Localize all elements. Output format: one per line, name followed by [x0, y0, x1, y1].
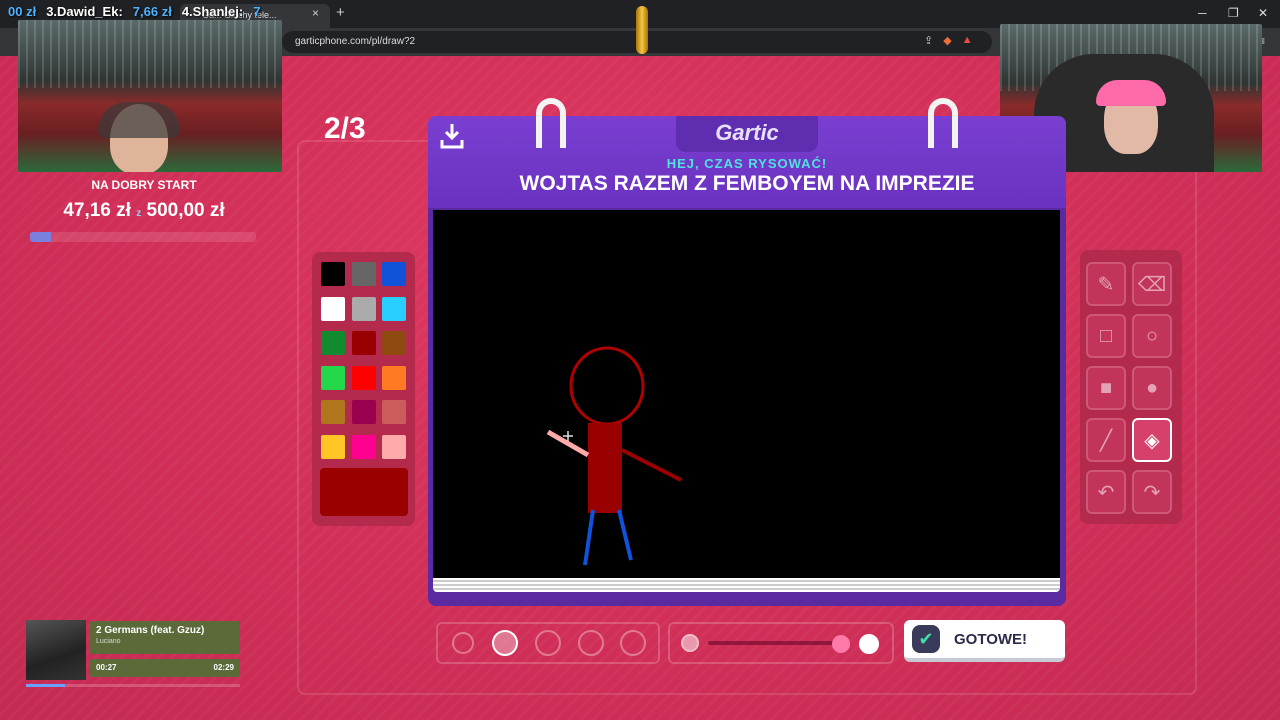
webcam-left	[18, 20, 282, 172]
drawing-body	[588, 423, 622, 513]
goal-separator: z	[136, 208, 142, 219]
current-color-swatch	[320, 468, 408, 516]
opacity-low-icon	[681, 634, 699, 652]
brush-size-4[interactable]	[578, 630, 604, 656]
notebook-ring-left	[536, 98, 566, 148]
download-icon[interactable]	[440, 122, 464, 150]
color-swatch[interactable]	[382, 434, 406, 459]
rectangle-fill-icon[interactable]: ■	[1086, 366, 1126, 410]
share-icon[interactable]: ⇪	[924, 34, 933, 47]
restore-icon[interactable]: ❐	[1228, 6, 1239, 20]
color-swatch[interactable]	[321, 296, 345, 321]
drawing-right-arm	[621, 448, 682, 482]
color-swatch[interactable]	[321, 262, 345, 286]
notebook-ring-right	[928, 98, 958, 148]
track-progress-bar	[26, 684, 240, 687]
done-button[interactable]: ✔ GOTOWE!	[904, 620, 1065, 662]
brave-rewards-icon[interactable]: ▲	[962, 34, 973, 47]
paper-edge	[433, 578, 1060, 592]
ticker-third-amount: 7,66 zł	[132, 4, 172, 19]
color-swatch[interactable]	[351, 434, 376, 459]
headphones	[98, 102, 180, 138]
color-swatch[interactable]	[382, 365, 406, 390]
tab-close-icon[interactable]: ×	[312, 6, 319, 20]
track-time: 00:27 02:29	[90, 659, 240, 677]
color-swatch[interactable]	[321, 365, 345, 390]
album-cover	[26, 620, 86, 680]
color-swatch[interactable]	[351, 365, 376, 390]
brush-size-3[interactable]	[535, 630, 561, 656]
drawing-left-leg	[583, 509, 595, 566]
bucket-fill-icon[interactable]: ◈	[1132, 418, 1172, 462]
pink-headphones	[1096, 80, 1166, 106]
eraser-icon[interactable]: ⌫	[1132, 262, 1172, 306]
brave-shield-icon[interactable]: ◆	[943, 34, 951, 47]
color-swatch[interactable]	[351, 296, 376, 321]
track-artist: Luciano	[96, 638, 121, 645]
brush-size-2[interactable]	[492, 630, 518, 656]
donor-ticker: 00 zł 3.Dawid_Ek: 7,66 zł 4.Shanlej: 7	[8, 4, 260, 19]
track-total: 02:29	[213, 663, 234, 672]
color-swatch[interactable]	[382, 331, 406, 355]
close-window-icon[interactable]: ✕	[1258, 6, 1268, 20]
redo-icon[interactable]: ↷	[1132, 470, 1172, 514]
opacity-high-icon	[859, 634, 879, 654]
opacity-slider-track[interactable]	[708, 641, 848, 645]
goal-title: NA DOBRY START	[91, 178, 197, 192]
track-elapsed: 00:27	[96, 663, 117, 672]
undo-icon[interactable]: ↶	[1086, 470, 1126, 514]
gartic-logo: Gartic	[676, 116, 818, 152]
ellipse-outline-icon[interactable]: ○	[1132, 314, 1172, 358]
ellipse-fill-icon[interactable]: ●	[1132, 366, 1172, 410]
ticker-fourth-name: 4.Shanlej:	[181, 4, 244, 19]
drawing-canvas[interactable]	[433, 210, 1060, 578]
ticker-fourth-amount: 7	[253, 4, 261, 19]
color-swatch[interactable]	[382, 262, 406, 286]
pencil-icon[interactable]: ✎	[1086, 262, 1126, 306]
draw-subtitle: HEJ, CZAS RYSOWAĆ!	[666, 156, 828, 171]
color-swatch[interactable]	[351, 400, 376, 424]
rectangle-outline-icon[interactable]: □	[1086, 314, 1126, 358]
track-title: 2 Germans (feat. Gzuz)	[96, 625, 205, 636]
line-icon[interactable]: ╱	[1086, 418, 1126, 462]
new-tab-icon[interactable]: +	[336, 4, 345, 21]
goal-progress-fill	[30, 232, 52, 242]
color-swatch[interactable]	[382, 296, 406, 321]
color-swatch[interactable]	[351, 331, 376, 355]
stadium-roof	[18, 20, 282, 89]
check-icon: ✔	[912, 625, 940, 653]
brush-size-1[interactable]	[452, 632, 474, 654]
url-actions: ⇪ ◆ ▲	[924, 34, 973, 47]
track-info: 2 Germans (feat. Gzuz) Luciano	[90, 621, 240, 654]
goal-target: 500,00 zł	[146, 200, 225, 221]
draw-phrase: WOJTAS RAZEM Z FEMBOYEM NA IMPREZIE	[519, 172, 975, 195]
goal-progress-bar	[30, 232, 256, 242]
url-text: garticphone.com/pl/draw?2	[295, 36, 416, 47]
goal-amount: 47,16 zł z 500,00 zł	[18, 200, 270, 222]
round-counter: 2/3	[324, 112, 366, 145]
color-swatch[interactable]	[321, 331, 345, 355]
color-swatch[interactable]	[321, 434, 345, 459]
opacity-slider-handle[interactable]	[832, 635, 850, 653]
brush-size-5[interactable]	[620, 630, 646, 656]
color-swatch[interactable]	[321, 400, 345, 424]
ticker-leader-amount: 00 zł	[8, 4, 37, 19]
minimize-icon[interactable]: ─	[1198, 6, 1207, 20]
drawing	[546, 346, 682, 566]
done-label: GOTOWE!	[954, 630, 1028, 648]
drawing-head	[569, 346, 645, 426]
track-progress-fill	[26, 684, 65, 687]
goal-current: 47,16 zł	[63, 200, 131, 221]
color-swatch[interactable]	[351, 262, 376, 286]
color-swatch[interactable]	[382, 400, 406, 424]
coin-icon	[636, 6, 648, 54]
ticker-third-name: 3.Dawid_Ek:	[46, 4, 123, 19]
drawing-right-leg	[617, 509, 633, 561]
